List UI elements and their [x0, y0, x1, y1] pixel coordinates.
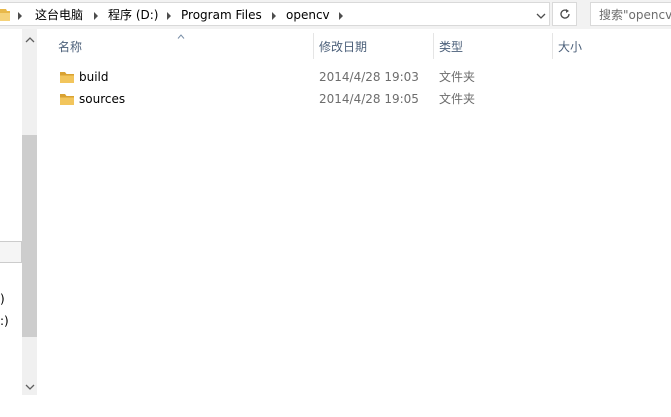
chevron-down-icon[interactable]	[25, 383, 35, 391]
file-row[interactable]: build 2014/4/28 19:03 文件夹	[50, 67, 610, 87]
address-bar[interactable]: 这台电脑 程序 (D:) Program Files opencv	[0, 2, 550, 26]
refresh-button[interactable]	[552, 2, 577, 26]
breadcrumb-drive-d[interactable]: 程序 (D:)	[108, 8, 158, 22]
column-divider[interactable]	[313, 33, 314, 59]
file-row[interactable]: sources 2014/4/28 19:05 文件夹	[50, 89, 610, 109]
folder-icon	[60, 94, 74, 105]
file-name[interactable]: sources	[79, 92, 125, 106]
breadcrumb-program-files[interactable]: Program Files	[181, 8, 262, 22]
nav-item-label[interactable]: :)	[0, 314, 9, 328]
address-toolbar: 这台电脑 程序 (D:) Program Files opencv 搜索"ope…	[0, 0, 671, 29]
breadcrumb-this-pc[interactable]: 这台电脑	[35, 8, 83, 22]
column-header-modified[interactable]: 修改日期	[319, 40, 367, 54]
nav-selected-item[interactable]	[0, 241, 22, 263]
search-placeholder: 搜索"opencv	[599, 8, 671, 22]
chevron-up-icon[interactable]	[25, 36, 35, 44]
breadcrumb-opencv[interactable]: opencv	[286, 8, 330, 22]
breadcrumb-separator-icon[interactable]	[272, 12, 276, 20]
nav-scrollbar-thumb[interactable]	[22, 135, 37, 337]
column-divider[interactable]	[433, 33, 434, 59]
chevron-down-icon[interactable]	[536, 12, 546, 20]
breadcrumb-separator-icon[interactable]	[339, 12, 343, 20]
file-name[interactable]: build	[79, 70, 109, 84]
file-type: 文件夹	[439, 92, 476, 106]
column-header-type[interactable]: 类型	[439, 40, 463, 54]
folder-icon	[60, 72, 74, 83]
file-modified: 2014/4/28 19:03	[319, 70, 419, 84]
file-modified: 2014/4/28 19:05	[319, 92, 419, 106]
column-header-name[interactable]: 名称	[58, 40, 82, 54]
column-divider[interactable]	[552, 33, 553, 59]
folder-icon	[0, 9, 10, 21]
sort-ascending-icon	[177, 34, 185, 39]
nav-item-label[interactable]: )	[0, 292, 5, 306]
refresh-icon	[560, 9, 570, 19]
breadcrumb-separator-icon[interactable]	[18, 12, 22, 20]
breadcrumb-separator-icon[interactable]	[167, 12, 171, 20]
search-input[interactable]: 搜索"opencv	[590, 2, 671, 26]
file-type: 文件夹	[439, 70, 476, 84]
breadcrumb-separator-icon[interactable]	[94, 12, 98, 20]
column-header-size[interactable]: 大小	[558, 40, 582, 54]
